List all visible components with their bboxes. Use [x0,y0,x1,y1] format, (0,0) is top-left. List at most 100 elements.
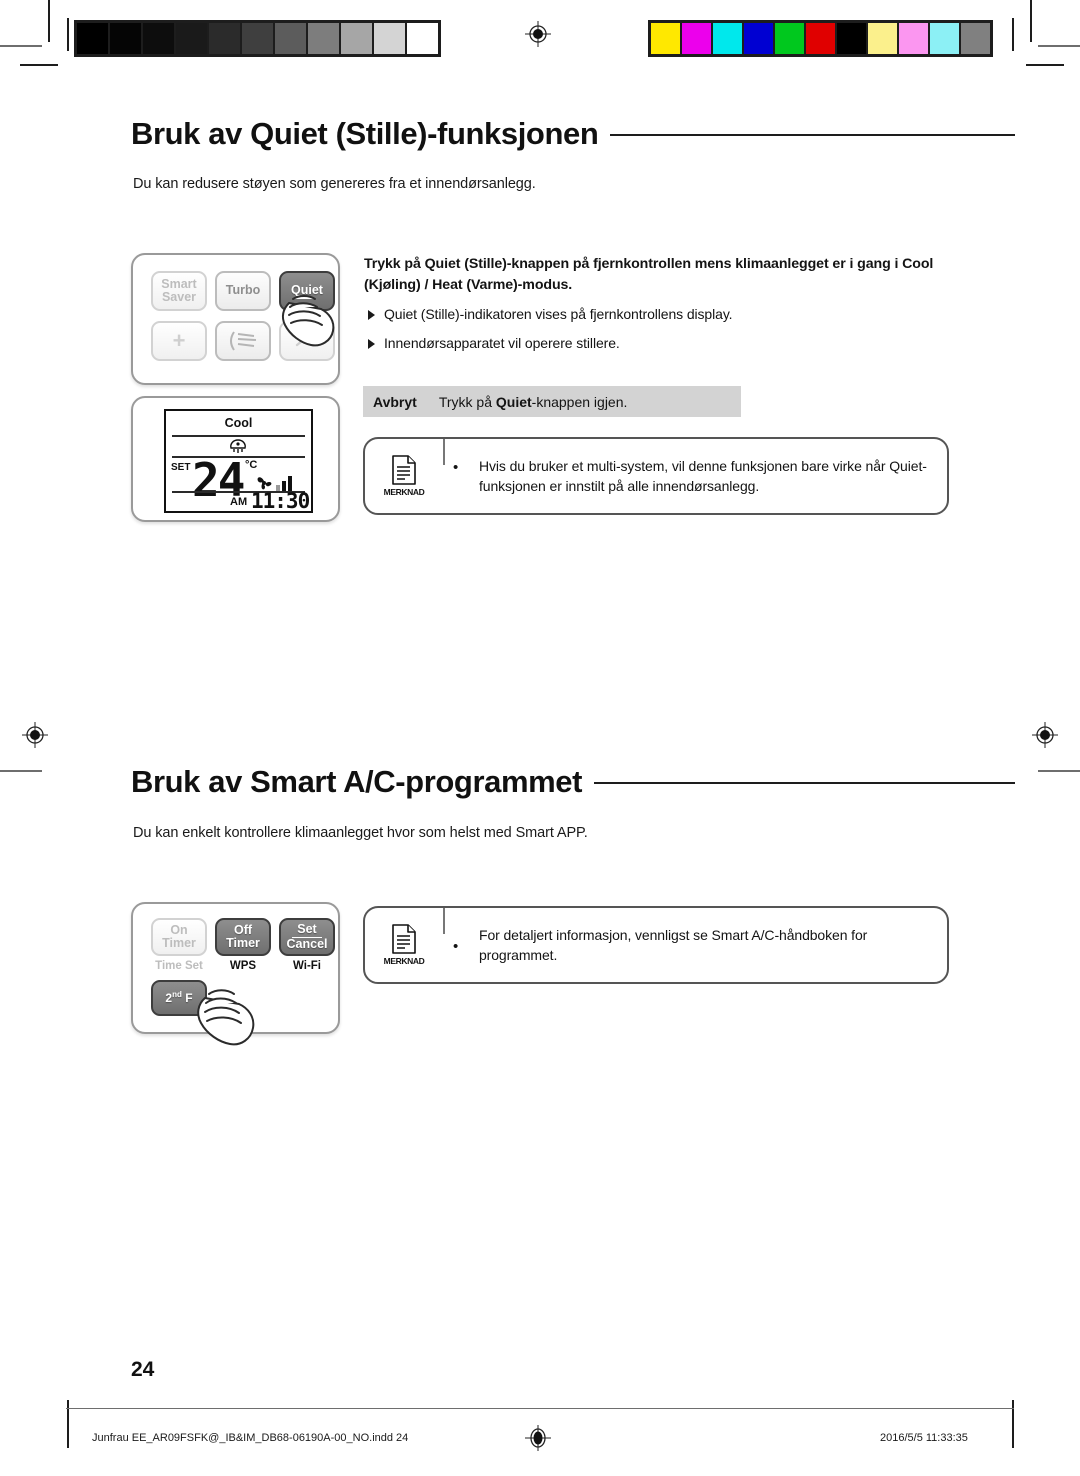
note-icon-group: MERKNAD [373,455,435,497]
section-heading-quiet: Bruk av Quiet (Stille)-funksjonen [131,118,1015,149]
color-patch-9 [930,23,959,54]
triangle-bullet-icon [368,310,375,321]
color-patch-8 [899,23,928,54]
remote-display-shell: Cool SET 24 °C AM 11:30 [131,396,340,522]
remote-button-plus[interactable]: + [151,321,207,361]
color-patch-0 [651,23,680,54]
remote-button-chevron-up[interactable] [279,321,335,361]
cancel-text: Trykk på Quiet-knappen igjen. [439,394,628,410]
crop-mark-top-left-h2 [20,64,58,66]
cancel-text-part-3: -knappen igjen. [531,393,628,410]
note-document-icon [392,924,416,954]
grayscale-patch-4 [209,23,240,54]
color-patch-4 [775,23,804,54]
lcd-screen: Cool SET 24 °C AM 11:30 [164,409,313,513]
section-lead-smart-ac: Du kan enkelt kontrollere klimaanlegget … [133,825,588,841]
color-patch-6 [837,23,866,54]
plus-icon: + [172,328,186,354]
cancel-text-part-1: Trykk på [438,393,496,410]
remote-sublabel-wps: WPS [229,960,257,972]
footer-filename: Junfrau EE_AR09FSFK@_IB&IM_DB68-06190A-0… [92,1432,409,1444]
color-patch-5 [806,23,835,54]
remote-button-turbo-label: Turbo [225,283,261,298]
lcd-time: 11:30 [251,489,310,513]
remote-illustration-quiet: Smart Saver Turbo Quiet + [131,253,340,385]
remote-button-turbo[interactable]: Turbo [215,271,271,311]
remote-button-quiet-label: Quiet [291,283,323,298]
grayscale-patch-5 [242,23,273,54]
remote-button-set-label: Set [292,922,322,938]
instruction-bullet-1: Quiet (Stille)-indikatoren vises på fjer… [364,304,974,324]
registration-target-right [1032,722,1058,748]
crop-mark-top-left-v [48,0,50,42]
remote-button-on-timer-line1: On [170,922,188,937]
grayscale-patch-1 [110,23,141,54]
color-patch-10 [961,23,990,54]
grayscale-patch-7 [308,23,339,54]
note-icon-word: MERKNAD [383,956,425,966]
color-patch-2 [713,23,742,54]
instruction-head-part-2: Quiet (Stille) [424,256,507,272]
remote-sublabel-wifi: Wi-Fi [293,960,321,972]
instruction-bullet-2-text: Innendørsapparatet vil operere stillere. [384,335,620,352]
triangle-bullet-icon [368,339,375,350]
note-divider [443,908,445,934]
note-icon-word: MERKNAD [383,487,425,497]
page-title-quiet: Bruk av Quiet (Stille)-funksjonen [131,116,599,151]
grayscale-patch-3 [176,23,207,54]
cancel-text-part-2: Quiet [495,393,532,410]
instruction-bullet-2: Innendørsapparatet vil operere stillere. [364,333,974,353]
grayscale-patch-0 [77,23,108,54]
grayscale-patch-8 [341,23,372,54]
instruction-block-quiet: Trykk på Quiet (Stille)-knappen på fjern… [364,254,974,354]
section-lead-quiet: Du kan redusere støyen som genereres fra… [133,176,536,192]
note-bullet-icon: • [453,938,459,955]
second-function-text: 2nd F [165,990,193,1006]
color-patch-1 [682,23,711,54]
grayscale-patch-9 [374,23,405,54]
grayscale-patch-10 [407,23,438,54]
page-number: 24 [131,1358,155,1381]
color-patch-3 [744,23,773,54]
side-rule-left [0,770,42,772]
remote-button-smart-saver[interactable]: Smart Saver [151,271,207,311]
instruction-head-part-1: Trykk på [364,256,425,272]
trim-mark-right-top [1012,18,1014,51]
side-rule-right [1038,770,1080,772]
instruction-heading: Trykk på Quiet (Stille)-knappen på fjern… [364,254,974,295]
remote-button-off-timer[interactable]: Off Timer [215,918,271,956]
remote-button-second-function-label: 2nd F [165,990,193,1006]
remote-button-on-timer-line2: Timer [162,936,196,950]
manual-page: Bruk av Quiet (Stille)-funksjonen Du kan… [0,0,1080,1476]
lcd-ampm: AM [230,496,248,508]
page-title-smart-ac: Bruk av Smart A/C-programmet [131,764,583,799]
heading-rule [594,782,1015,784]
footer-timestamp: 2016/5/5 11:33:35 [880,1432,968,1444]
crop-mark-top-right-h [1038,45,1080,47]
grayscale-calibration-bar [74,20,441,57]
remote-button-off-timer-line1: Off [233,922,253,937]
note-box-smart-ac: MERKNAD • For detaljert informasjon, ven… [363,906,949,984]
grayscale-patch-2 [143,23,174,54]
footer-rule [66,1408,1014,1409]
color-calibration-bar [648,20,993,57]
remote-button-set-cancel[interactable]: Set Cancel [279,918,335,956]
remote-button-quiet[interactable]: Quiet [279,271,335,311]
note-text-smart-ac: For detaljert informasjon, vennligst se … [479,926,868,963]
note-icon-group: MERKNAD [373,924,435,966]
remote-button-airflow[interactable] [215,321,271,361]
note-text-quiet: Hvis du bruker et multi-system, vil denn… [479,457,927,494]
remote-button-smart-saver-line2: Saver [161,290,197,304]
crop-mark-top-left-h [0,45,42,47]
note-bullet-icon: • [453,459,459,476]
cancel-instruction-bar: Avbryt Trykk på Quiet-knappen igjen. [363,386,741,417]
note-box-quiet: MERKNAD • Hvis du bruker et multi-system… [363,437,949,515]
airflow-icon [230,331,257,351]
cancel-label: Avbryt [373,393,417,410]
note-divider [443,439,445,465]
registration-target-top-center [525,21,551,47]
instruction-bullet-1-text: Quiet (Stille)-indikatoren vises på fjer… [384,306,733,323]
remote-button-on-timer[interactable]: On Timer [151,918,207,956]
lcd-divider-1 [172,435,305,437]
remote-button-second-function[interactable]: 2nd F [151,980,207,1016]
